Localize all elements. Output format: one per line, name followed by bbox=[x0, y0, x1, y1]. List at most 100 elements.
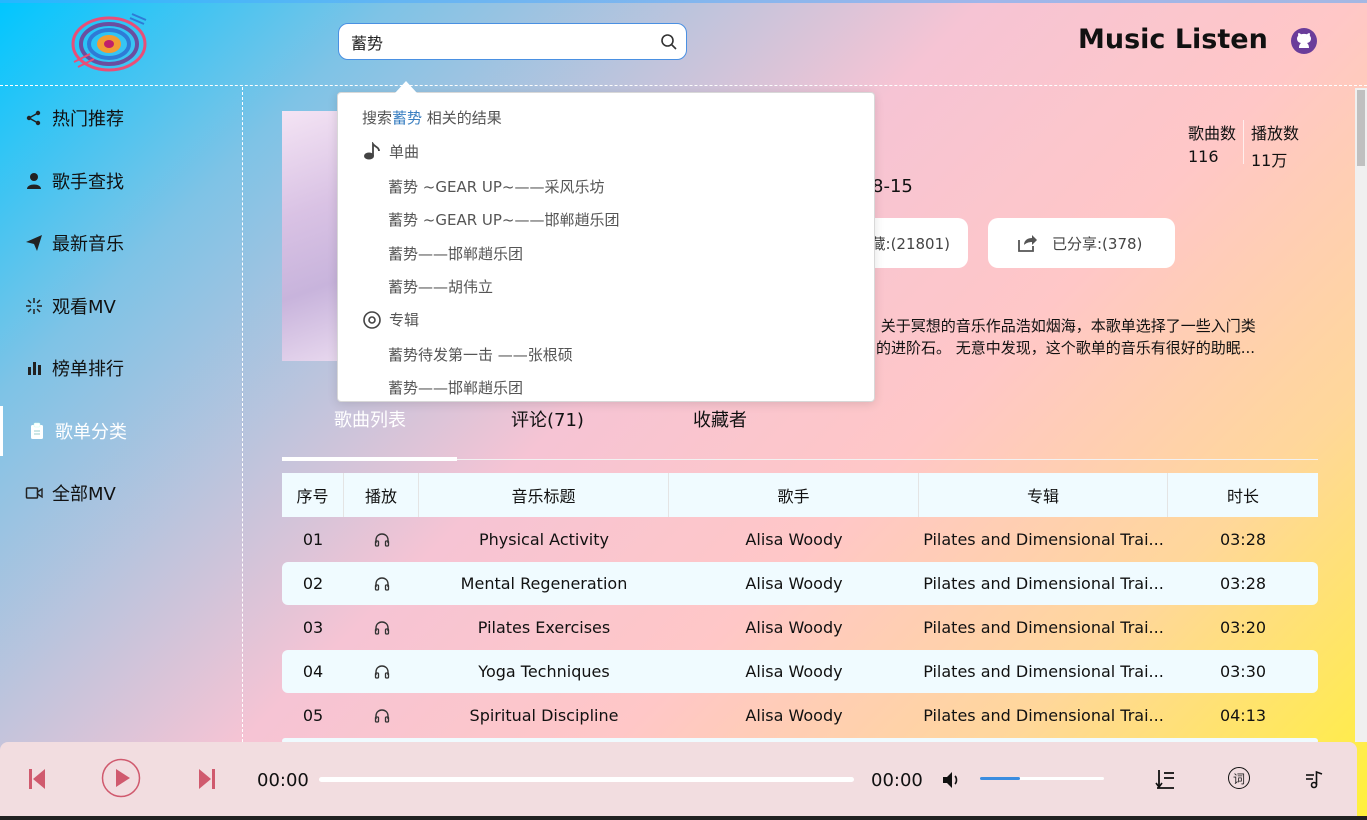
track-title: Spiritual Discipline bbox=[469, 706, 619, 725]
playlist-queue-icon[interactable] bbox=[1154, 767, 1178, 791]
volume-slider[interactable] bbox=[980, 777, 1104, 780]
sidebar-item-watch-mv[interactable]: 观看MV bbox=[0, 281, 242, 331]
playlist-cover-image bbox=[282, 111, 342, 361]
app-logo[interactable] bbox=[70, 12, 148, 72]
album-suggestion[interactable]: 蓄势待发第一击 ——张根硕 bbox=[388, 344, 573, 365]
sidebar-item-label: 观看MV bbox=[52, 297, 116, 318]
bottom-border bbox=[0, 816, 1367, 820]
sidebar-item-singers[interactable]: 歌手查找 bbox=[0, 156, 242, 206]
search-input[interactable] bbox=[339, 24, 639, 59]
table-row[interactable]: 02 Mental Regeneration Alisa Woody Pilates … bbox=[282, 562, 1318, 605]
scrollbar-thumb[interactable] bbox=[1357, 90, 1365, 166]
track-duration: 03:28 bbox=[1219, 530, 1267, 549]
sidebar-item-label: 全部MV bbox=[52, 484, 116, 505]
share-arrow-icon bbox=[1018, 235, 1037, 252]
sidebar-item-all-mv[interactable]: 全部MV bbox=[0, 468, 242, 518]
play-button-icon[interactable] bbox=[101, 758, 141, 798]
playlist-tabs: 歌曲列表 评论(71) 收藏者 bbox=[282, 400, 1318, 461]
track-number: 01 bbox=[302, 530, 324, 549]
user-icon bbox=[27, 173, 41, 189]
track-title: Physical Activity bbox=[478, 530, 609, 549]
track-title: Yoga Techniques bbox=[478, 662, 610, 681]
search-box[interactable] bbox=[338, 23, 687, 60]
volume-level bbox=[980, 777, 1020, 780]
disc-icon bbox=[363, 310, 381, 329]
track-artist: Alisa Woody bbox=[745, 706, 843, 725]
headphones-icon[interactable] bbox=[374, 576, 390, 592]
headphones-icon[interactable] bbox=[374, 664, 390, 680]
song-count-value: 116 bbox=[1188, 147, 1219, 166]
stat-divider bbox=[1243, 120, 1244, 164]
headphones-icon[interactable] bbox=[374, 532, 390, 548]
lyrics-icon[interactable]: 词 bbox=[1228, 767, 1250, 789]
sidebar-item-hot-recommend[interactable]: 热门推荐 bbox=[0, 93, 242, 143]
search-suggestions-dropdown: 搜索蓄势 相关的结果 单曲 蓄势 ~GEAR UP~——采风乐坊 蓄势 ~GEA… bbox=[337, 92, 875, 402]
song-count-label: 歌曲数 bbox=[1188, 124, 1237, 143]
albums-section-label: 专辑 bbox=[389, 311, 420, 329]
tab-comments[interactable]: 评论(71) bbox=[511, 406, 584, 432]
table-row[interactable]: 03 Pilates Exercises Alisa Woody Pilates an… bbox=[282, 606, 1318, 649]
table-row[interactable]: 05 Spiritual Discipline Alisa Woody Pilates… bbox=[282, 694, 1318, 737]
track-duration: 03:20 bbox=[1219, 618, 1267, 637]
track-number: 03 bbox=[302, 618, 324, 637]
next-track-icon[interactable] bbox=[198, 768, 216, 790]
dropdown-caret bbox=[395, 81, 417, 93]
music-list-icon[interactable] bbox=[1303, 767, 1327, 791]
play-cell[interactable] bbox=[344, 606, 419, 649]
track-album: Pilates and Dimensional Trai... bbox=[923, 662, 1164, 681]
column-header: 专辑 bbox=[919, 473, 1168, 517]
bar-chart-icon bbox=[28, 362, 41, 375]
search-icon[interactable] bbox=[660, 33, 678, 51]
player-bar: 00:00 00:00 词 bbox=[0, 742, 1357, 818]
volume-icon[interactable] bbox=[941, 770, 961, 790]
sidebar-item-label: 歌手查找 bbox=[52, 172, 124, 193]
tab-collectors[interactable]: 收藏者 bbox=[693, 406, 747, 432]
songs-section-header: 单曲 bbox=[362, 141, 419, 162]
github-icon[interactable] bbox=[1290, 27, 1318, 55]
sidebar-item-charts[interactable]: 榜单排行 bbox=[0, 343, 242, 393]
play-count-stat: 播放数 11万 bbox=[1251, 120, 1311, 171]
music-note-icon bbox=[364, 141, 380, 159]
track-number: 05 bbox=[302, 706, 324, 725]
heading-suffix: 相关的结果 bbox=[422, 109, 502, 127]
sidebar-item-label: 最新音乐 bbox=[52, 234, 124, 255]
track-number: 04 bbox=[302, 662, 324, 681]
sidebar-item-new-music[interactable]: 最新音乐 bbox=[0, 218, 242, 268]
album-suggestion[interactable]: 蓄势——邯郸趙乐团 bbox=[388, 377, 523, 398]
songs-section-label: 单曲 bbox=[389, 143, 420, 161]
tab-song-list[interactable]: 歌曲列表 bbox=[334, 406, 406, 432]
play-cell[interactable] bbox=[344, 518, 419, 561]
play-cell[interactable] bbox=[344, 562, 419, 605]
total-time: 00:00 bbox=[871, 770, 923, 791]
headphones-icon[interactable] bbox=[374, 708, 390, 724]
table-row[interactable]: 04 Yoga Techniques Alisa Woody Pilates and … bbox=[282, 650, 1318, 693]
track-artist: Alisa Woody bbox=[745, 618, 843, 637]
track-duration: 04:13 bbox=[1219, 706, 1267, 725]
column-header: 时长 bbox=[1226, 487, 1259, 506]
track-number: 02 bbox=[302, 574, 324, 593]
track-title: Pilates Exercises bbox=[477, 618, 611, 637]
play-cell[interactable] bbox=[344, 650, 419, 693]
search-results-heading: 搜索蓄势 相关的结果 bbox=[362, 107, 502, 128]
song-count-stat: 歌曲数 116 bbox=[1188, 120, 1248, 166]
table-row[interactable]: 01 Physical Activity Alisa Woody Pilates an… bbox=[282, 518, 1318, 561]
app-title: Music Listen bbox=[1078, 24, 1268, 55]
progress-bar[interactable] bbox=[319, 777, 854, 782]
share-button[interactable]: 已分享:(378) bbox=[988, 218, 1175, 268]
song-suggestion[interactable]: 蓄势 ~GEAR UP~——邯郸趙乐团 bbox=[388, 209, 619, 230]
playlist-description: 然。 关于冥想的音乐作品浩如烟海，本歌单选择了一些入门类 友们的进阶石。 无意中… bbox=[846, 315, 1316, 359]
page-scrollbar[interactable] bbox=[1355, 88, 1367, 742]
sidebar-item-playlists[interactable]: 歌单分类 bbox=[0, 406, 242, 456]
previous-track-icon[interactable] bbox=[28, 768, 46, 790]
heading-keyword: 蓄势 bbox=[392, 109, 423, 127]
track-title: Mental Regeneration bbox=[460, 574, 628, 593]
song-suggestion[interactable]: 蓄势 ~GEAR UP~——采风乐坊 bbox=[388, 176, 604, 197]
share-label: 已分享:(378) bbox=[1052, 234, 1143, 253]
column-header: 播放 bbox=[344, 473, 419, 517]
play-cell[interactable] bbox=[344, 694, 419, 737]
song-suggestion[interactable]: 蓄势——邯郸趙乐团 bbox=[388, 243, 523, 264]
headphones-icon[interactable] bbox=[374, 620, 390, 636]
song-suggestion[interactable]: 蓄势——胡伟立 bbox=[388, 276, 493, 297]
track-album: Pilates and Dimensional Trai... bbox=[923, 530, 1164, 549]
track-artist: Alisa Woody bbox=[745, 574, 843, 593]
